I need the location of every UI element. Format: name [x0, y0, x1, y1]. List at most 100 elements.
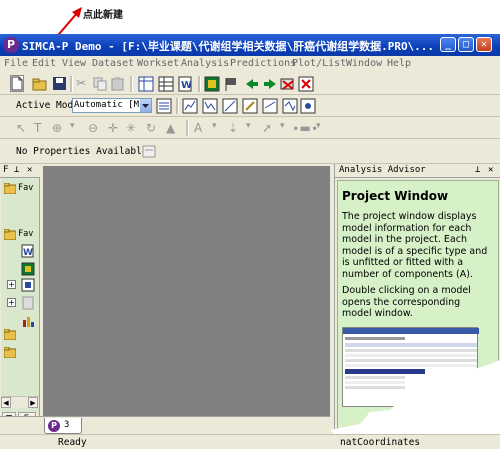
- score-plot-button[interactable]: [182, 98, 198, 114]
- save-button[interactable]: [52, 76, 68, 92]
- pin-icon[interactable]: ⊥: [475, 165, 480, 175]
- menu-plot-list[interactable]: Plot/List: [292, 58, 346, 69]
- scroll-left-icon[interactable]: ◀: [1, 397, 11, 408]
- vip-plot-button[interactable]: [262, 98, 278, 114]
- horizontal-scrollbar[interactable]: ◀ ▶: [1, 396, 39, 408]
- move-tool-button[interactable]: ⇣: [228, 121, 244, 137]
- folder-icon: [4, 329, 16, 340]
- remove-component-button[interactable]: [280, 76, 296, 92]
- flag-button[interactable]: [224, 76, 240, 92]
- menu-dataset[interactable]: Dataset: [92, 58, 134, 69]
- move-dropdown-button[interactable]: ▾: [246, 121, 262, 137]
- menu-help[interactable]: Help: [387, 58, 411, 69]
- favorites-folder-1[interactable]: Fav: [4, 182, 38, 196]
- summary-plot-button[interactable]: [300, 98, 316, 114]
- coefficient-plot-button[interactable]: [282, 98, 298, 114]
- menu-view[interactable]: View: [62, 58, 86, 69]
- advisor-paragraph-2: Double clicking on a model opens the cor…: [342, 285, 471, 319]
- favorites-folder-4[interactable]: [4, 346, 38, 360]
- edit-plot-button[interactable]: [242, 98, 258, 114]
- favorite-item-workset[interactable]: W: [21, 244, 35, 258]
- loading-plot-button[interactable]: [202, 98, 218, 114]
- analysis-advisor-title: Analysis Advisor: [339, 165, 426, 175]
- favorites-folder-3[interactable]: [4, 328, 38, 342]
- chevron-down-icon: ▾: [246, 121, 251, 131]
- plot-icon: [262, 98, 278, 114]
- label-tool-button[interactable]: A: [194, 121, 210, 137]
- dataset-spreadsheet-button[interactable]: [138, 76, 154, 92]
- flag-icon: [225, 78, 236, 91]
- label-icon: A: [194, 121, 203, 135]
- label-dropdown-button[interactable]: ▾: [212, 121, 228, 137]
- rotate-button[interactable]: ↻: [146, 121, 162, 137]
- zoom-in-button[interactable]: ⊕: [52, 121, 68, 137]
- properties-button[interactable]: [142, 144, 158, 160]
- rotate-icon: ↻: [146, 121, 157, 135]
- favorite-item-fit[interactable]: [21, 262, 35, 276]
- copy-button[interactable]: [92, 76, 108, 92]
- app-logo: P: [3, 37, 19, 53]
- delete-model-button[interactable]: [298, 76, 314, 92]
- add-component-button[interactable]: [244, 76, 260, 92]
- new-project-button[interactable]: [10, 75, 24, 92]
- favorites-header-title: F: [3, 165, 9, 175]
- zoom-out-button[interactable]: ⊖: [88, 121, 104, 137]
- cut-button[interactable]: ✂: [76, 76, 92, 92]
- line-style-dropdown-button[interactable]: ▾: [316, 121, 332, 137]
- list-icon: [22, 296, 34, 310]
- menu-predictions[interactable]: Predictions: [230, 58, 296, 69]
- minimize-button[interactable]: _: [440, 37, 456, 52]
- copy-icon: [93, 77, 107, 91]
- folder-icon: [4, 347, 16, 358]
- paste-button[interactable]: [110, 76, 126, 92]
- arrow-tool-button[interactable]: ➚: [262, 121, 278, 137]
- expand-icon[interactable]: +: [7, 280, 16, 289]
- active-mode-select[interactable]: Automatic [M1: [72, 98, 152, 113]
- menu-bar: File Edit View Dataset Workset Analysis …: [0, 56, 500, 73]
- maximize-button[interactable]: □: [458, 37, 474, 52]
- scroll-right-icon[interactable]: ▶: [28, 397, 38, 408]
- window-tab[interactable]: P 3: [44, 418, 82, 434]
- triangle-icon: ▲: [166, 121, 176, 135]
- cursor-arrow-icon: ↖: [16, 121, 27, 135]
- active-mode-label: Active Mode: [16, 100, 79, 111]
- select-tool-button[interactable]: ↖: [16, 121, 32, 137]
- crosshair-button[interactable]: ✛: [108, 121, 124, 137]
- bar-chart-icon: [23, 317, 34, 327]
- window-title: SIMCA-P Demo - [F:\毕业课题\代谢组学相关数据\肝癌代谢组学数…: [22, 40, 435, 53]
- close-icon[interactable]: ✕: [488, 165, 493, 175]
- chevron-down-icon: ▾: [316, 121, 321, 131]
- contribution-plot-button[interactable]: [222, 98, 238, 114]
- active-mode-value: Automatic [M1: [74, 100, 145, 110]
- dotted-line-icon: ∙▬∙: [292, 121, 319, 135]
- toolbar-separator: [186, 120, 189, 136]
- fit-model-button[interactable]: [204, 76, 220, 92]
- favorite-item-plot[interactable]: [21, 278, 35, 292]
- favorite-item-list[interactable]: [21, 296, 35, 310]
- close-button[interactable]: ✕: [476, 37, 492, 52]
- pin-icon[interactable]: ⊥: [14, 165, 19, 175]
- title-bar: P SIMCA-P Demo - [F:\毕业课题\代谢组学相关数据\肝癌代谢组…: [0, 34, 500, 56]
- highlight-button[interactable]: ✳: [126, 121, 142, 137]
- open-button[interactable]: [32, 76, 48, 92]
- workset-icon: W: [178, 76, 192, 92]
- text-tool-button[interactable]: T: [34, 121, 50, 137]
- expand-icon[interactable]: +: [7, 298, 16, 307]
- favorites-panel: F ⊥ ✕ Fav Fav W + + ◀ ▶: [0, 164, 40, 426]
- grid-button[interactable]: [158, 76, 174, 92]
- line-style-button[interactable]: ∙▬∙: [292, 121, 318, 137]
- menu-window[interactable]: Window: [346, 58, 382, 69]
- favorite-item-bar[interactable]: [21, 314, 35, 328]
- model-list-button[interactable]: [156, 98, 172, 114]
- menu-edit[interactable]: Edit: [32, 58, 56, 69]
- favorites-folder-2[interactable]: Fav: [4, 228, 38, 242]
- triangle-tool-button[interactable]: ▲: [166, 121, 182, 137]
- fit-icon: [204, 76, 220, 92]
- menu-workset[interactable]: Workset: [137, 58, 179, 69]
- zoom-dropdown-button[interactable]: ▾: [70, 121, 86, 137]
- workset-button[interactable]: W: [178, 76, 194, 92]
- menu-analysis[interactable]: Analysis: [181, 58, 229, 69]
- next-component-button[interactable]: [262, 76, 278, 92]
- menu-file[interactable]: File: [4, 58, 28, 69]
- close-icon[interactable]: ✕: [27, 165, 32, 175]
